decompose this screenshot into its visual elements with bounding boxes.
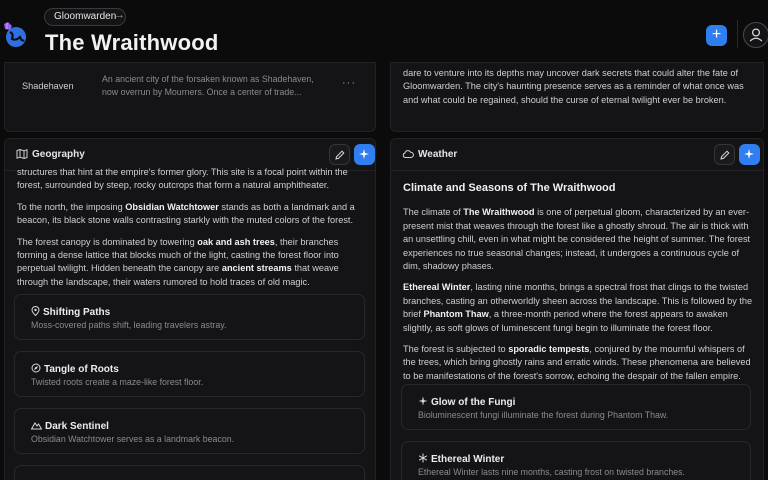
header: Gloomwarden → The Wraithwood + bbox=[0, 0, 768, 68]
geography-card-shifting-paths[interactable]: Shifting Paths Moss-covered paths shift,… bbox=[14, 294, 365, 340]
card-title: Ethereal Winter bbox=[431, 454, 505, 465]
card-title: Tangle of Roots bbox=[44, 364, 119, 375]
mountain-icon bbox=[30, 422, 43, 430]
geography-paragraph-1: structures that hint at the empire's for… bbox=[17, 167, 348, 191]
card-description: Bioluminescent fungi illuminate the fore… bbox=[418, 410, 669, 420]
app-root: Gloomwarden → The Wraithwood + Shadehave… bbox=[0, 0, 768, 480]
geography-title: Geography bbox=[32, 149, 85, 160]
weather-card-ethereal-winter[interactable]: Ethereal Winter Ethereal Winter lasts ni… bbox=[401, 441, 751, 480]
cloud-icon bbox=[402, 150, 414, 158]
snowflake-icon bbox=[418, 453, 428, 463]
pencil-icon bbox=[335, 150, 345, 160]
card-title: Shifting Paths bbox=[43, 307, 111, 318]
header-divider bbox=[737, 20, 738, 48]
weather-paragraph-3: The forest is subjected to sporadic temp… bbox=[403, 344, 751, 381]
add-button[interactable]: + bbox=[706, 25, 727, 46]
page-title: The Wraithwood bbox=[45, 30, 219, 55]
geography-paragraph-3: The forest canopy is dominated by toweri… bbox=[17, 236, 339, 287]
weather-paragraph-1: The climate of The Wraithwood is one of … bbox=[403, 207, 751, 272]
card-description: Obsidian Watchtower serves as a landmark… bbox=[31, 434, 235, 444]
weather-title: Weather bbox=[418, 149, 458, 160]
more-options-button[interactable]: ··· bbox=[342, 77, 356, 89]
weather-ai-button[interactable] bbox=[739, 144, 760, 165]
card-description: Moss-covered paths shift, leading travel… bbox=[31, 320, 227, 330]
geography-edit-button[interactable] bbox=[329, 144, 350, 165]
weather-heading: Climate and Seasons of The Wraithwood bbox=[403, 182, 616, 194]
sparkle-icon bbox=[359, 149, 369, 159]
card-description: Ethereal Winter lasts nine months, casti… bbox=[418, 467, 685, 477]
sparkle-icon bbox=[744, 149, 754, 159]
weather-card-glow-of-fungi[interactable]: Glow of the Fungi Bioluminescent fungi i… bbox=[401, 384, 751, 430]
map-pin-icon bbox=[31, 306, 40, 317]
weather-text: Climate and Seasons of The Wraithwood Th… bbox=[403, 182, 755, 391]
geography-card-dark-sentinel[interactable]: Dark Sentinel Obsidian Watchtower serves… bbox=[14, 408, 365, 454]
geography-card-partial[interactable] bbox=[14, 465, 365, 480]
pencil-icon bbox=[720, 150, 730, 160]
sparkle-icon bbox=[418, 396, 428, 406]
user-icon bbox=[749, 28, 763, 42]
weather-edit-button[interactable] bbox=[714, 144, 735, 165]
weather-header: Weather bbox=[391, 139, 763, 171]
card-description: Twisted roots create a maze-like forest … bbox=[31, 377, 204, 387]
compass-icon bbox=[31, 363, 41, 373]
history-paragraph: dare to venture into its depths may unco… bbox=[403, 68, 744, 105]
geography-paragraph-2: To the north, the imposing Obsidian Watc… bbox=[17, 201, 355, 226]
location-name[interactable]: Shadehaven bbox=[22, 81, 74, 91]
user-profile-button[interactable] bbox=[743, 22, 768, 48]
card-title: Glow of the Fungi bbox=[431, 397, 516, 408]
geography-ai-button[interactable] bbox=[354, 144, 375, 165]
weather-paragraph-2: Ethereal Winter, lasting nine months, br… bbox=[403, 282, 753, 333]
history-text: dare to venture into its depths may unco… bbox=[403, 67, 755, 115]
geography-text: structures that hint at the empire's for… bbox=[17, 166, 367, 297]
map-icon bbox=[16, 148, 28, 160]
location-description: An ancient city of the forsaken known as… bbox=[102, 74, 314, 98]
breadcrumb-arrow-icon: → bbox=[114, 9, 125, 21]
globe-logo-icon[interactable] bbox=[2, 20, 30, 50]
card-title: Dark Sentinel bbox=[45, 421, 109, 432]
geography-card-tangle-of-roots[interactable]: Tangle of Roots Twisted roots create a m… bbox=[14, 351, 365, 397]
